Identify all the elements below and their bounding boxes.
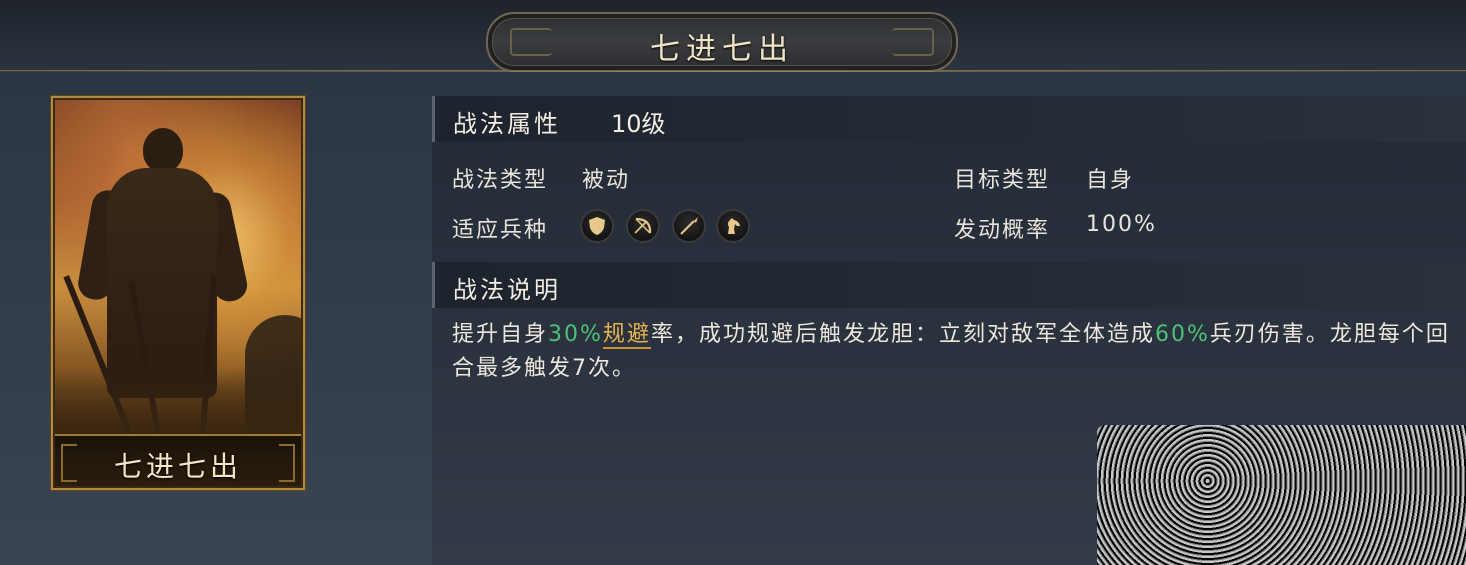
skill-card-art <box>55 100 301 438</box>
description-title: 战法说明 <box>453 276 561 304</box>
page-title: 七进七出 <box>650 32 794 67</box>
warrior-head <box>143 128 183 172</box>
horse-icon <box>716 209 750 243</box>
attributes-header: 战法属性 10级 <box>432 96 1466 142</box>
shield-icon <box>580 209 614 243</box>
skill-type-label: 战法类型 <box>452 168 549 193</box>
skill-card: 七进七出 <box>51 96 305 490</box>
trigger-chance-label: 发动概率 <box>954 218 1051 243</box>
spear-icon <box>672 209 706 243</box>
ground-shadow <box>55 368 301 438</box>
top-header-band: 七进七出 <box>0 0 1466 72</box>
desc-text-1: 提升自身 <box>452 322 549 347</box>
troop-type-label: 适应兵种 <box>452 218 549 243</box>
warrior-body <box>107 168 217 398</box>
skill-type-value: 被动 <box>582 168 631 193</box>
skill-level: 10级 <box>611 110 666 138</box>
attributes-title: 战法属性 <box>453 110 561 138</box>
evade-keyword: 规避 <box>602 322 651 349</box>
target-type-value: 自身 <box>1086 168 1135 193</box>
desc-text-2: 率，成功规避后触发龙胆：立刻对敌军全体造成 <box>650 322 1155 347</box>
obscured-region <box>1097 425 1466 565</box>
skill-card-name-bar: 七进七出 <box>55 434 301 486</box>
skill-description: 提升自身30%规避率，成功规避后触发龙胆：立刻对敌军全体造成60%兵刃伤害。龙胆… <box>452 318 1452 386</box>
damage-value: 60% <box>1154 322 1210 347</box>
description-header: 战法说明 <box>432 262 1466 308</box>
trigger-chance-value: 100% <box>1086 212 1157 237</box>
target-type-label: 目标类型 <box>954 168 1051 193</box>
evade-value: 30% <box>548 322 603 347</box>
title-plate: 七进七出 <box>486 12 958 72</box>
skill-card-name: 七进七出 <box>113 450 242 483</box>
bow-icon <box>626 209 660 243</box>
